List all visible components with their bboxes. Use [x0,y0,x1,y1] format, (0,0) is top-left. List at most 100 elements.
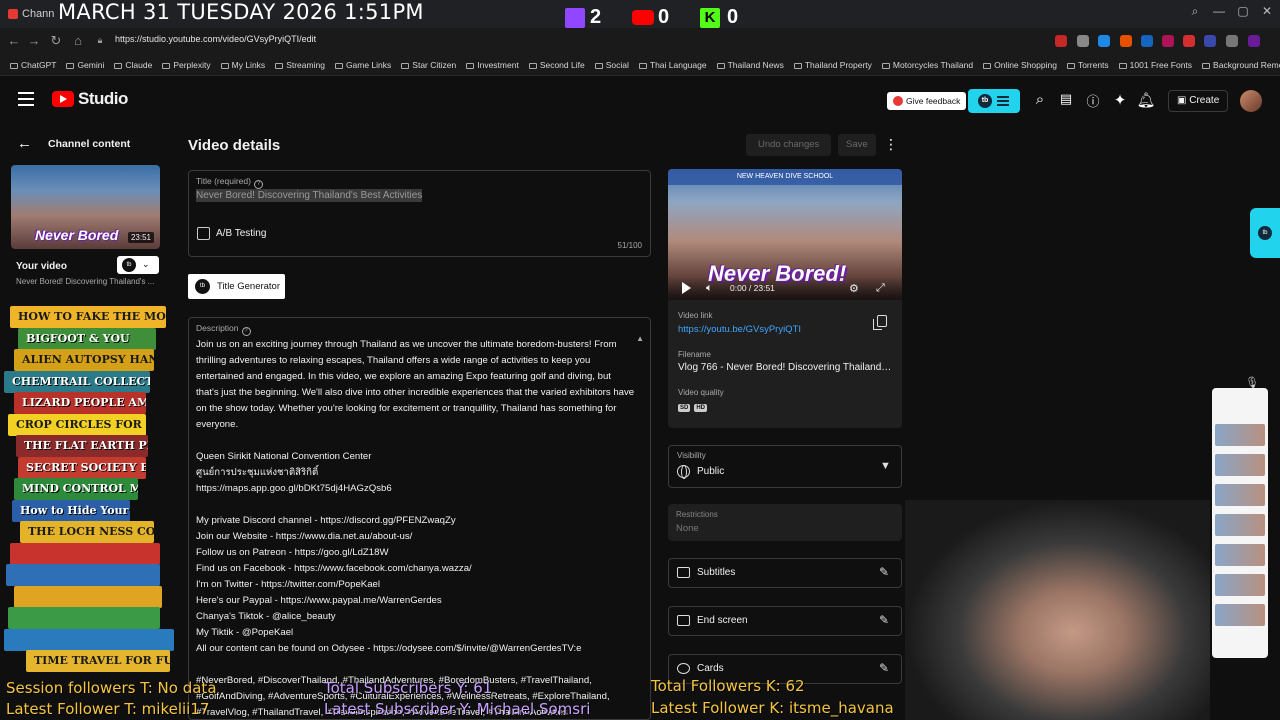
bookmark-item[interactable]: 1001 Free Fonts [1118,60,1192,70]
browser-tab[interactable]: Chann [8,4,58,24]
side-thumbnail[interactable] [1215,604,1265,626]
side-thumbnail[interactable] [1215,574,1265,596]
bookmark-item[interactable]: Gemini [66,60,104,70]
avatar[interactable] [1240,90,1262,112]
tubebuddy-video-dropdown[interactable]: tb ⌄ [117,256,159,274]
back-arrow-icon[interactable]: ← [17,135,32,152]
bookmark-item[interactable]: Claude [114,60,152,70]
back-icon[interactable]: ← [6,33,22,48]
maximize-icon[interactable]: ▢ [1232,4,1254,18]
bookmark-item[interactable]: Thailand News [716,60,784,70]
video-thumbnail[interactable]: Never Bored 23:51 [11,165,160,249]
description-field[interactable]: Description? ▲ Join us on an exciting jo… [188,317,651,720]
bookmark-item[interactable]: Thai Language [638,60,707,70]
tubebuddy-icon: tb [195,279,210,294]
bookmark-item[interactable]: Torrents [1066,60,1109,70]
notifications-bell-icon[interactable]: 🔔︎ [1136,91,1156,109]
title-generator-button[interactable]: tb Title Generator [188,274,285,299]
create-button[interactable]: ▣ Create [1168,90,1229,112]
edit-pencil-icon[interactable]: ✎ [879,613,889,627]
bookmark-item[interactable]: My Links [220,60,265,70]
end-screen-row[interactable]: End screen ✎ [668,606,902,636]
side-thumbnail[interactable] [1215,454,1265,476]
menu-icon[interactable] [18,92,34,110]
thumbnail-title: Never Bored [35,227,119,243]
description-text[interactable]: Join us on an exciting journey through T… [196,337,636,719]
more-options-icon[interactable]: ⋮ [884,136,898,153]
title-field[interactable]: Title (required)? Never Bored! Discoveri… [188,170,651,257]
title-input-value[interactable]: Never Bored! Discovering Thailand's Best… [196,189,423,202]
scroll-up-icon[interactable]: ▲ [636,334,644,343]
help-icon[interactable]: ? [253,180,263,189]
folder-icon [162,63,171,69]
url-field[interactable]: https://studio.youtube.com/video/GVsyPry… [115,34,316,44]
quality-badges: SD HD [678,404,708,412]
bookmark-item[interactable]: Thailand Property [793,60,872,70]
play-icon[interactable] [682,282,691,294]
folder-icon [716,63,725,69]
visibility-select[interactable]: Visibility Public ▼ [668,445,902,488]
ab-testing-button[interactable]: A/B Testing [197,227,266,240]
sparkle-icon[interactable]: ✦ [1110,91,1130,109]
give-feedback-button[interactable]: Give feedback [887,92,967,110]
edit-pencil-icon[interactable]: ✎ [879,565,889,579]
close-window-icon[interactable]: ✕ [1256,4,1278,18]
extension-icon[interactable] [1120,35,1132,47]
extension-icon[interactable] [1077,35,1089,47]
youtube-viewer-count: 0 [658,6,670,28]
side-thumbnail[interactable] [1215,544,1265,566]
bookmark-item[interactable]: Game Links [334,60,391,70]
bookmark-item[interactable]: Star Citizen [401,60,456,70]
extension-icon[interactable] [1055,35,1067,47]
bookmark-item[interactable]: Investment [466,60,519,70]
book-spine: MIND CONTROL MADE EASY [14,478,138,500]
bookmark-item[interactable]: Online Shopping [983,60,1057,70]
help-icon[interactable]: ? [241,327,251,336]
extension-icon[interactable] [1226,35,1238,47]
channel-content-link[interactable]: Channel content [48,138,130,150]
video-preview-player[interactable]: NEW HEAVEN DIVE SCHOOL Never Bored! 🔈︎ 0… [668,169,902,300]
profile-icon[interactable] [1248,35,1260,47]
extension-icon[interactable] [1098,35,1110,47]
search-icon[interactable]: ⌕ [1030,91,1050,108]
bookmark-item[interactable]: ChatGPT [10,60,56,70]
youtube-studio-logo[interactable]: Studio [52,89,128,109]
folder-icon [275,63,284,69]
volume-icon[interactable]: 🔈︎ [706,282,713,295]
fullscreen-icon[interactable]: ⤢ [876,282,885,295]
extension-icon[interactable] [1162,35,1174,47]
edit-pencil-icon[interactable]: ✎ [879,661,889,675]
help-icon[interactable]: ⓘ [1083,91,1103,110]
side-thumbnail[interactable] [1215,484,1265,506]
tubebuddy-extension-button[interactable]: tb [968,89,1020,113]
extension-icon[interactable] [1141,35,1153,47]
bookmark-label: Second Life [539,60,585,70]
tubebuddy-side-tab[interactable]: tb [1250,208,1280,258]
search-tabs-icon[interactable]: ⌕ [1184,4,1206,19]
minimize-icon[interactable]: — [1208,4,1230,18]
create-label: Create [1189,95,1220,106]
side-thumbnail[interactable] [1215,514,1265,536]
bookmark-item[interactable]: Motorcycles Thailand [881,60,973,70]
extension-icon[interactable] [1183,35,1195,47]
book-spine: LIZARD PEOPLE AMONG US [14,392,146,414]
forward-icon[interactable]: → [26,33,42,48]
bookmark-item[interactable]: Perplexity [162,60,211,70]
copy-icon[interactable] [873,315,887,330]
video-link[interactable]: https://youtu.be/GVsyPryiQTI [678,324,801,335]
bookmark-item[interactable]: Background Remover [1202,60,1280,70]
bookmark-item[interactable]: Streaming [275,60,325,70]
undo-changes-button[interactable]: Undo changes [746,134,832,156]
subtitles-row[interactable]: Subtitles ✎ [668,558,902,588]
extension-icon[interactable] [1204,35,1216,47]
bookmark-item[interactable]: Social [594,60,629,70]
messages-icon[interactable]: ▤ [1056,91,1076,107]
lock-icon: 🔒︎ [97,35,103,45]
save-button[interactable]: Save [838,134,876,156]
bookmark-item[interactable]: Second Life [528,60,585,70]
latest-subscriber-text: Latest Subscriber Y: Michael Somsri [324,700,591,718]
reload-icon[interactable]: ↻ [48,33,64,49]
side-thumbnail[interactable] [1215,424,1265,446]
home-icon[interactable]: ⌂ [70,33,86,48]
settings-gear-icon[interactable]: ⚙ [849,282,859,295]
